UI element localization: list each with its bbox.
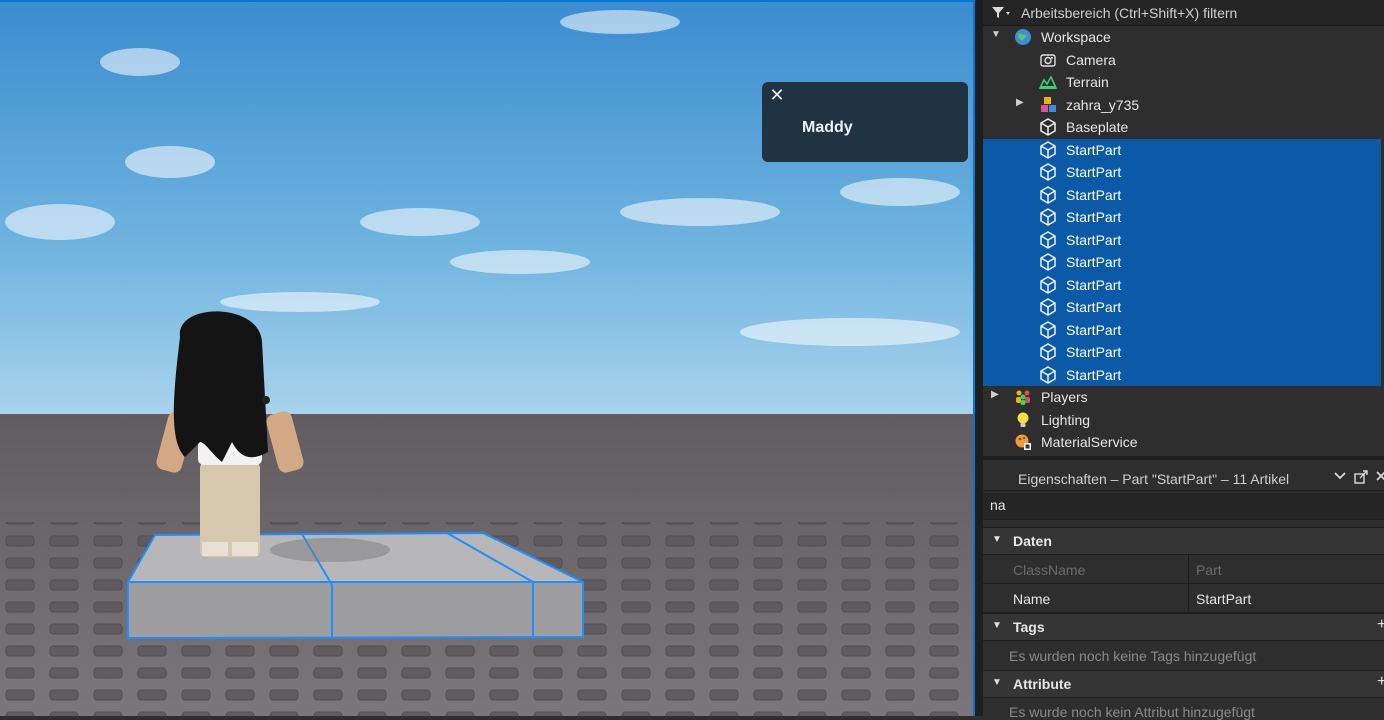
undock-icon[interactable] <box>1354 470 1368 487</box>
players-icon <box>1014 388 1032 406</box>
explorer-filter-bar[interactable]: Arbeitsbereich (Ctrl+Shift+X) filtern <box>983 0 1384 26</box>
explorer-item-label: StartPart <box>1066 276 1122 293</box>
explorer-item-startpart[interactable]: StartPart <box>983 138 1381 161</box>
explorer-item-label: Terrain <box>1066 74 1109 90</box>
part-icon <box>1039 163 1057 181</box>
collapse-arrow-icon[interactable]: ▼ <box>992 534 1002 545</box>
category-attribute[interactable]: ▼ Attribute + <box>983 670 1384 698</box>
explorer-item-label: zahra_y735 <box>1066 96 1140 113</box>
explorer-item-camera[interactable]: Camera <box>983 49 1381 72</box>
explorer-item-label: Players <box>1041 389 1088 405</box>
collapse-arrow-icon[interactable]: ▼ <box>992 620 1002 631</box>
explorer-item-startpart[interactable]: StartPart <box>983 318 1381 341</box>
properties-search-input[interactable] <box>983 493 1381 517</box>
explorer-item-label: Baseplate <box>1066 119 1129 135</box>
explorer-item-label: MaterialService <box>1041 434 1138 450</box>
category-tags[interactable]: ▼ Tags + <box>983 613 1384 641</box>
add-attribute-icon[interactable]: + <box>1377 673 1384 691</box>
expanded-arrow-icon[interactable]: ▼ <box>991 29 1003 45</box>
explorer-item-startpart[interactable]: StartPart <box>983 161 1381 184</box>
property-row-name[interactable]: Name StartPart <box>983 584 1384 613</box>
explorer-item-startpart[interactable]: StartPart <box>983 341 1381 364</box>
camera-icon <box>1039 51 1057 69</box>
explorer-filter-placeholder[interactable]: Arbeitsbereich (Ctrl+Shift+X) filtern <box>1021 5 1237 21</box>
part-icon <box>1039 320 1057 339</box>
material-service-icon <box>1014 433 1032 451</box>
explorer-item-workspace[interactable]: ▼ Workspace <box>983 26 1381 49</box>
explorer-item-label: StartPart <box>1066 366 1122 383</box>
category-label: Daten <box>1013 533 1052 549</box>
explorer-item-label: StartPart <box>1066 344 1122 360</box>
category-label: Attribute <box>1013 676 1072 692</box>
add-tag-icon[interactable]: + <box>1377 616 1384 634</box>
close-icon[interactable]: ✕ <box>768 86 786 104</box>
explorer-item-startpart[interactable]: StartPart <box>983 273 1381 296</box>
explorer-item-terrain[interactable]: Terrain <box>983 71 1381 94</box>
explorer-item-startpart[interactable]: StartPart <box>983 183 1381 206</box>
explorer-item-startpart[interactable]: StartPart <box>983 363 1381 386</box>
part-icon <box>1039 208 1057 226</box>
property-row-classname[interactable]: ClassName Part <box>983 555 1384 584</box>
terrain-icon <box>1038 73 1058 91</box>
properties-search-bar[interactable] <box>983 493 1384 520</box>
part-icon <box>1039 365 1057 384</box>
explorer-item-startpart[interactable]: StartPart <box>983 228 1381 251</box>
tags-empty-message: Es wurden noch keine Tags hinzugefügt <box>1009 648 1257 664</box>
explorer-item-lighting[interactable]: Lighting <box>983 409 1381 432</box>
explorer-item-label: StartPart <box>1066 141 1122 158</box>
part-icon <box>1039 118 1057 136</box>
part-icon <box>1039 230 1057 249</box>
explorer-item-players[interactable]: ▶ Players <box>983 386 1381 409</box>
property-value: Part <box>1196 562 1222 578</box>
explorer-item-startpart[interactable]: StartPart <box>983 296 1381 319</box>
properties-panel: Eigenschaften – Part "StartPart" – 11 Ar… <box>983 460 1384 720</box>
close-panel-icon[interactable] <box>1375 470 1384 485</box>
model-icon <box>1039 96 1057 114</box>
explorer-item-label: StartPart <box>1066 321 1122 338</box>
explorer-item-label: StartPart <box>1066 254 1122 270</box>
properties-title: Eigenschaften – Part "StartPart" – 11 Ar… <box>1018 471 1290 487</box>
explorer-item-label: Lighting <box>1041 411 1091 428</box>
explorer-item-materialservice[interactable]: MaterialService <box>983 431 1381 454</box>
explorer-item-label: StartPart <box>1066 186 1122 203</box>
explorer-item-startpart[interactable]: StartPart <box>983 251 1381 274</box>
workspace-icon <box>1014 28 1032 46</box>
explorer-item-startpart[interactable]: StartPart <box>983 206 1381 229</box>
explorer-item-label: StartPart <box>1066 164 1122 180</box>
explorer-panel: Arbeitsbereich (Ctrl+Shift+X) filtern ▼ W… <box>983 0 1384 456</box>
explorer-item-label: StartPart <box>1066 231 1122 248</box>
explorer-item-label: StartPart <box>1066 209 1122 225</box>
game-viewport[interactable]: ✕ Maddy <box>0 0 975 716</box>
collapsed-arrow-icon[interactable]: ▶ <box>1016 97 1028 113</box>
part-icon <box>1039 140 1057 159</box>
chevron-down-icon[interactable] <box>1334 470 1346 485</box>
attribute-empty-message: Es wurde noch kein Attribut hinzugefügt <box>1009 704 1255 720</box>
collapsed-arrow-icon[interactable]: ▶ <box>991 389 1003 405</box>
explorer-item-label: Workspace <box>1041 29 1111 45</box>
panel-splitter[interactable] <box>975 0 983 716</box>
part-icon <box>1039 253 1057 271</box>
part-icon <box>1039 298 1057 316</box>
explorer-item-zahra-y735[interactable]: ▶ zahra_y735 <box>983 94 1381 117</box>
lighting-icon <box>1014 411 1032 429</box>
property-key: ClassName <box>1013 562 1086 578</box>
player-toast: ✕ Maddy <box>762 82 968 162</box>
properties-titlebar: Eigenschaften – Part "StartPart" – 11 Ar… <box>983 462 1384 491</box>
part-icon <box>1039 275 1057 294</box>
category-label: Tags <box>1013 619 1045 635</box>
filter-icon[interactable] <box>991 5 1013 22</box>
category-daten[interactable]: ▼ Daten <box>983 527 1384 555</box>
part-icon <box>1039 343 1057 361</box>
explorer-item-label: StartPart <box>1066 299 1122 315</box>
property-value[interactable]: StartPart <box>1196 591 1251 607</box>
startpart-block <box>127 531 584 640</box>
part-icon <box>1039 185 1057 204</box>
explorer-item-baseplate[interactable]: Baseplate <box>983 116 1381 139</box>
explorer-item-label: Camera <box>1066 51 1116 68</box>
player-name: Maddy <box>802 119 853 136</box>
collapse-arrow-icon[interactable]: ▼ <box>992 677 1002 688</box>
property-key: Name <box>1013 591 1051 607</box>
